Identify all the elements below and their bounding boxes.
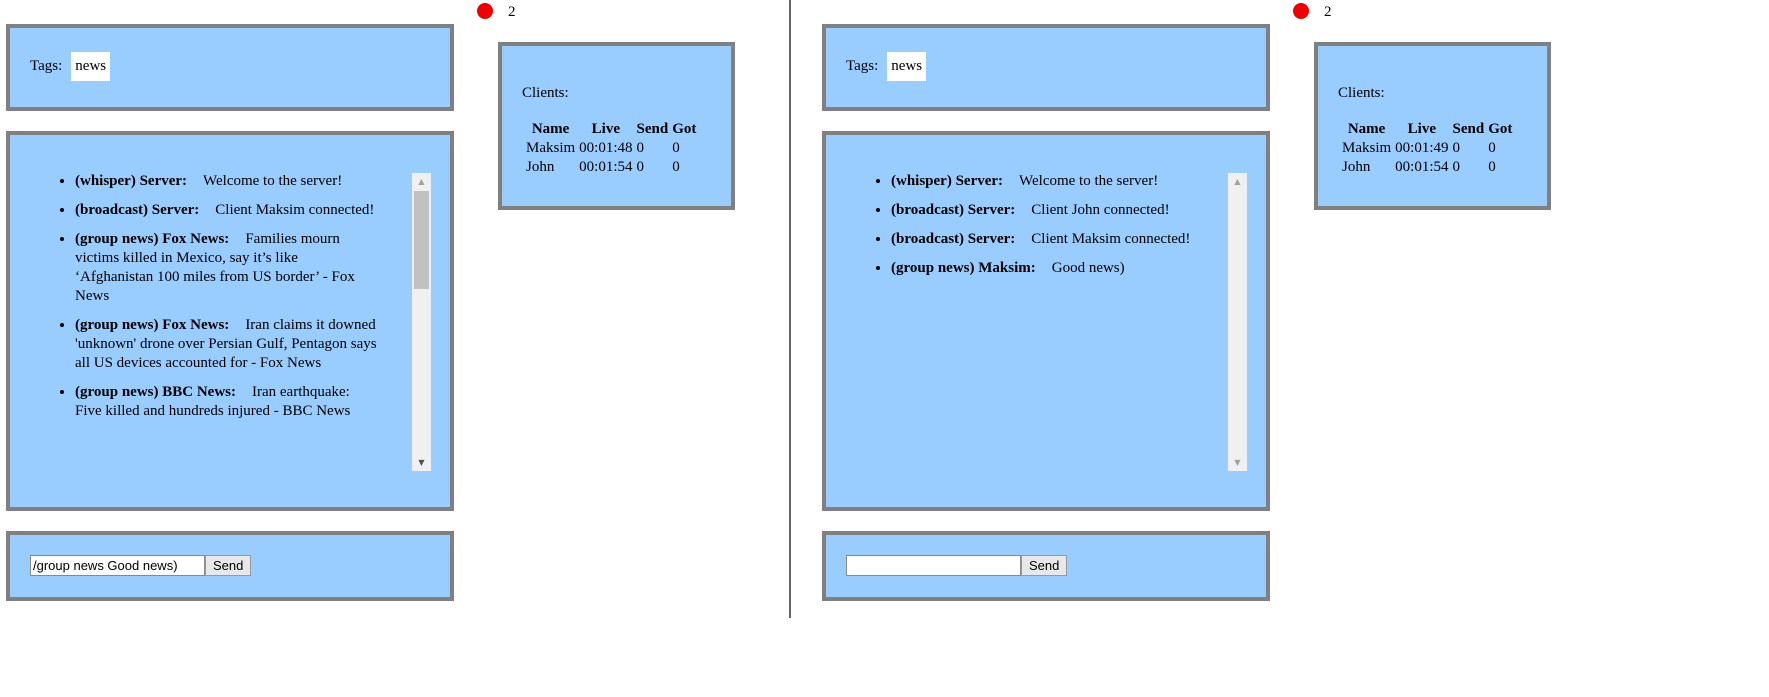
message-item: (broadcast) Server: Client Maksim connect…	[891, 230, 1194, 249]
client-cell: 0	[636, 159, 645, 175]
client-cell: 00:01:49	[1395, 140, 1449, 156]
messages-panel: (whisper) Server:Welcome to the server!(…	[822, 131, 1270, 511]
client-row: Maksim 00:01:49 0 0	[1340, 139, 1514, 158]
online-count: 2	[508, 4, 516, 20]
client-cell: 00:01:54	[1395, 159, 1449, 175]
client-cell: 0	[672, 159, 680, 175]
scroll-down-icon[interactable]: ▼	[1228, 454, 1247, 471]
message-item: (broadcast) Server: Client Maksim connect…	[75, 201, 378, 220]
message-text: Welcome to the server!	[203, 173, 343, 189]
message-list: (whisper) Server:Welcome to the server!(…	[10, 172, 410, 421]
message-item: (group news) Fox News:Families mourn vic…	[75, 230, 378, 306]
client-row: John 00:01:54 0 0	[1340, 158, 1514, 177]
messages-panel: (whisper) Server:Welcome to the server!(…	[6, 131, 454, 511]
message-sender: (whisper) Server:	[75, 173, 188, 189]
client-pane-left: Tags: news (whisper) Server: Welcome to t…	[0, 0, 884, 697]
connection-status-icon	[1293, 3, 1309, 19]
clients-column-header: Name	[1347, 121, 1386, 137]
client-cell: John	[1342, 159, 1371, 175]
clients-header-row: Name Live Send Got	[524, 120, 698, 139]
message-text: Client John connected!	[1031, 202, 1170, 218]
send-panel: Send	[6, 531, 454, 601]
message-list: (whisper) Server:Welcome to the server!(…	[826, 172, 1226, 278]
message-text: Client Maksim connected!	[215, 202, 375, 218]
client-cell: 00:01:54	[579, 159, 633, 175]
tags-label: Tags:	[846, 58, 879, 74]
clients-column-header: Send	[636, 121, 669, 137]
tag-chip[interactable]: news	[887, 52, 927, 81]
message-item: (group news) Maksim: Good news)	[891, 259, 1194, 278]
clients-column-header: Live	[591, 121, 621, 137]
client-cell: 00:01:48	[579, 140, 633, 156]
scroll-up-icon[interactable]: ▲	[412, 173, 431, 190]
clients-column-header: Send	[1452, 121, 1485, 137]
message-input[interactable]	[30, 555, 205, 576]
clients-column-header: Got	[1488, 121, 1513, 137]
client-row: Maksim 00:01:48 0 0	[524, 139, 698, 158]
client-cell: John	[526, 159, 555, 175]
send-panel: Send	[822, 531, 1270, 601]
client-cell: 0	[672, 140, 680, 156]
message-item: (whisper) Server: Welcome to the server!	[891, 172, 1194, 191]
message-item: (broadcast) Server: Client John connected…	[891, 201, 1194, 220]
clients-header-row: Name Live Send Got	[1340, 120, 1514, 139]
client-pane-right: Tags: news (whisper) Server: Welcome to t…	[816, 0, 1700, 697]
scroll-down-icon[interactable]: ▼	[412, 454, 431, 471]
client-cell: Maksim	[1342, 140, 1392, 156]
message-sender: (group news) BBC News:	[75, 384, 236, 400]
message-item: (group news) Fox News:Iran claims it dow…	[75, 316, 378, 373]
client-cell: 0	[1488, 159, 1496, 175]
clients-table: Name Live Send Got Maksim 00:01:49 0 0 John 00:0…	[1340, 120, 1514, 177]
messages-viewport[interactable]: (whisper) Server:Welcome to the server!(…	[826, 172, 1226, 472]
online-count: 2	[1324, 4, 1332, 20]
message-text: Client Maksim connected!	[1031, 231, 1191, 247]
message-sender: (group news) Fox News:	[75, 317, 230, 333]
message-sender: (whisper) Server:	[891, 173, 1004, 189]
clients-panel: Clients: Name Live Send Got Maksim 00:01:48 0…	[498, 42, 735, 210]
client-cell: 0	[1452, 159, 1461, 175]
message-sender: (group news) Maksim:	[891, 260, 1036, 276]
message-sender: (broadcast) Server:	[891, 202, 1016, 218]
tags-label: Tags:	[30, 58, 63, 74]
clients-column-header: Got	[672, 121, 697, 137]
clients-table: Name Live Send Got Maksim 00:01:48 0 0 John 00:0…	[524, 120, 698, 177]
client-cell: 0	[1488, 140, 1496, 156]
client-cell: Maksim	[526, 140, 576, 156]
message-input[interactable]	[846, 555, 1021, 576]
clients-column-header: Name	[531, 121, 570, 137]
client-cell: 0	[1452, 140, 1461, 156]
clients-panel: Clients: Name Live Send Got Maksim 00:01:49 0…	[1314, 42, 1551, 210]
connection-status-icon	[477, 3, 493, 19]
message-text: Welcome to the server!	[1019, 173, 1159, 189]
tags-panel: Tags: news	[822, 24, 1270, 111]
tags-panel: Tags: news	[6, 24, 454, 111]
clients-title: Clients:	[522, 85, 569, 101]
send-button[interactable]: Send	[205, 555, 252, 576]
client-cell: 0	[636, 140, 645, 156]
message-item: (whisper) Server: Welcome to the server!	[75, 172, 378, 191]
messages-scrollbar[interactable]: ▲ ▼	[1228, 173, 1247, 471]
send-button[interactable]: Send	[1021, 555, 1068, 576]
clients-title: Clients:	[1338, 85, 1385, 101]
message-text: Good news)	[1051, 260, 1125, 276]
scroll-thumb[interactable]	[414, 191, 429, 289]
client-row: John 00:01:54 0 0	[524, 158, 698, 177]
message-item: (group news) BBC News:Iran earthquake: F…	[75, 383, 378, 421]
tag-chip[interactable]: news	[71, 52, 111, 81]
message-sender: (group news) Fox News:	[75, 231, 230, 247]
message-sender: (broadcast) Server:	[891, 231, 1016, 247]
clients-column-header: Live	[1407, 121, 1437, 137]
messages-scrollbar[interactable]: ▲ ▼	[412, 173, 431, 471]
message-sender: (broadcast) Server:	[75, 202, 200, 218]
messages-viewport[interactable]: (whisper) Server:Welcome to the server!(…	[10, 172, 410, 472]
scroll-up-icon[interactable]: ▲	[1228, 173, 1247, 190]
